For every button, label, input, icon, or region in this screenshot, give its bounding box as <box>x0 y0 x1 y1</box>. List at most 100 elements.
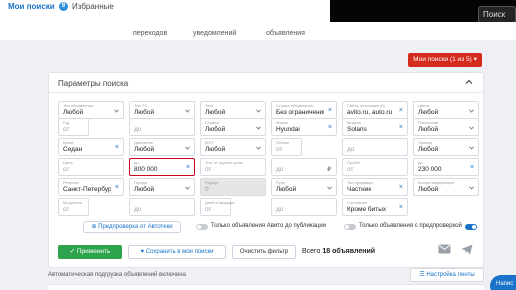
filter-field[interactable]: Марка Hyundai × <box>271 118 337 136</box>
apply-button[interactable]: ✓ Применить <box>58 245 122 259</box>
filter-field[interactable]: Кузов Седан × <box>58 138 124 156</box>
chevron-down-icon <box>469 109 474 113</box>
filter-field[interactable]: до <box>129 118 195 136</box>
field-label: Отк. от оценки цены <box>205 160 243 165</box>
autoteka-precheck-button[interactable]: ⊕ Предпроверка от Автотеки <box>83 221 181 233</box>
filter-field[interactable]: до 800 000 × <box>129 158 195 176</box>
filter-field[interactable]: Год от <box>58 118 89 136</box>
filter-field[interactable]: Тип объявления Любой <box>58 101 124 119</box>
filter-field[interactable]: Руль Любой <box>271 178 337 196</box>
save-search-button[interactable]: ♥ Сохранить в мои поиски <box>128 245 226 259</box>
field-label: Поколение <box>418 120 439 125</box>
extra-toggle[interactable] <box>465 224 477 230</box>
filter-field[interactable]: Дней в продаже от <box>200 198 235 216</box>
chevron-down-icon <box>469 126 474 130</box>
field-value: Без ограничений <box>276 109 324 116</box>
filter-field[interactable]: Отк. от оценки цены от <box>200 158 266 176</box>
field-value: Любой <box>134 186 155 193</box>
total-prefix: Всего <box>302 248 321 255</box>
field-value: Любой <box>418 126 439 133</box>
my-searches-button[interactable]: Мои поиски (1 из 5) ▾ <box>408 53 482 67</box>
filter-field[interactable]: Сайты источники (5) avito.ru, auto.ru × <box>342 101 408 119</box>
filter-field[interactable]: Мощность от <box>58 198 89 216</box>
toggle-knob <box>197 225 201 229</box>
filter-field[interactable]: до 230 000 × <box>413 158 479 176</box>
chevron-down-icon <box>185 186 190 190</box>
filter-field[interactable]: КПП Любой <box>200 138 266 156</box>
my-searches-label: Мои поиски (1 из 5) <box>413 56 472 63</box>
chevron-down-icon <box>469 186 474 190</box>
clear-icon[interactable]: × <box>115 184 119 191</box>
reset-filter-button[interactable]: Очистить фильтр <box>232 245 296 259</box>
field-label: Руль <box>276 180 285 185</box>
field-value: Любой <box>205 146 226 153</box>
filter-field[interactable]: Пробег от <box>342 158 408 176</box>
precheck-toggle[interactable] <box>344 224 356 230</box>
subtab-notifications[interactable]: уведомлений <box>193 30 236 37</box>
tab-my-searches[interactable]: Мои поиски 9 <box>8 2 68 12</box>
subtab-listings[interactable]: объявления <box>266 30 305 37</box>
field-placeholder: до <box>134 126 142 133</box>
filter-field[interactable]: до ₽ <box>271 158 337 176</box>
toggle-knob <box>345 225 349 229</box>
filter-field[interactable]: Страны Любой <box>200 118 266 136</box>
tab-favorites[interactable]: Избранные <box>72 2 114 11</box>
field-value: Любой <box>205 126 226 133</box>
clear-icon[interactable]: × <box>470 164 474 171</box>
field-label: Радиус <box>205 180 219 185</box>
apply-label: Применить <box>76 248 111 255</box>
filter-field[interactable]: Привод Любой <box>413 138 479 156</box>
filter-field[interactable]: Тега Любой <box>200 101 266 119</box>
precheck-label: Только объявления с предпроверкой <box>359 223 462 229</box>
field-label: до <box>134 160 139 165</box>
filter-field[interactable]: Объем от <box>271 138 302 156</box>
field-value: Любой <box>134 146 155 153</box>
field-value: Любой <box>418 109 439 116</box>
clear-icon[interactable]: × <box>115 144 119 151</box>
field-placeholder: до <box>276 166 284 173</box>
mail-icon[interactable] <box>438 244 451 254</box>
clear-icon[interactable]: × <box>399 107 403 114</box>
filter-field[interactable]: до <box>342 138 408 156</box>
field-label: Модель <box>347 120 362 125</box>
filter-field[interactable]: Тип продавца Частник × <box>342 178 408 196</box>
toggle-knob <box>472 225 476 229</box>
filter-field[interactable]: Цвета Любой <box>413 101 479 119</box>
filter-field[interactable]: Цена от <box>58 158 124 176</box>
filter-field[interactable]: до <box>129 198 195 216</box>
feed-settings-button[interactable]: ☰ Настройка ленты <box>410 268 484 282</box>
clear-icon[interactable]: × <box>399 124 403 131</box>
tab-count-badge: 9 <box>58 2 68 12</box>
check-icon: ✓ <box>69 248 76 255</box>
filter-field[interactable]: Страна объявления Без ограничений × <box>271 101 337 119</box>
chat-button[interactable]: Напис <box>490 275 516 290</box>
field-value: Частник <box>347 186 372 193</box>
clear-icon[interactable]: × <box>186 164 190 171</box>
telegram-icon[interactable] <box>461 244 473 255</box>
filter-field[interactable]: Регионы Санкт-Петербург × <box>58 178 124 196</box>
filter-field[interactable]: Двигатель Любой <box>129 138 195 156</box>
clear-icon[interactable]: × <box>328 124 332 131</box>
filter-field[interactable]: Города Любой <box>129 178 195 196</box>
field-placeholder: до <box>276 206 284 213</box>
filter-field[interactable]: Кол-во владельцев Любой <box>413 178 479 196</box>
chevron-down-icon <box>256 146 261 150</box>
chevron-up-icon[interactable] <box>465 78 473 86</box>
filter-field[interactable]: Поколение Любой <box>413 118 479 136</box>
clear-icon[interactable]: × <box>328 107 332 114</box>
dark-search-button[interactable]: Поиск <box>478 6 516 23</box>
filter-field[interactable]: Тип ТС Любой <box>129 101 195 119</box>
clear-icon[interactable]: × <box>399 204 403 211</box>
filter-field[interactable]: Модель Solaris × <box>342 118 408 136</box>
filter-field[interactable]: Состояние Кроме битых × <box>342 198 408 216</box>
subtab-transitions[interactable]: переходов <box>133 30 167 37</box>
field-placeholder: от <box>205 206 212 213</box>
field-label: Объем <box>276 140 289 145</box>
field-value: 800 000 <box>134 166 158 173</box>
clear-icon[interactable]: × <box>399 184 403 191</box>
field-placeholder: от <box>347 166 354 173</box>
avito-prepublication-toggle[interactable] <box>196 224 208 230</box>
field-label: Кузов <box>63 140 74 145</box>
filter-field[interactable]: до <box>271 198 337 216</box>
panel-header[interactable]: Параметры поиска <box>49 73 483 93</box>
